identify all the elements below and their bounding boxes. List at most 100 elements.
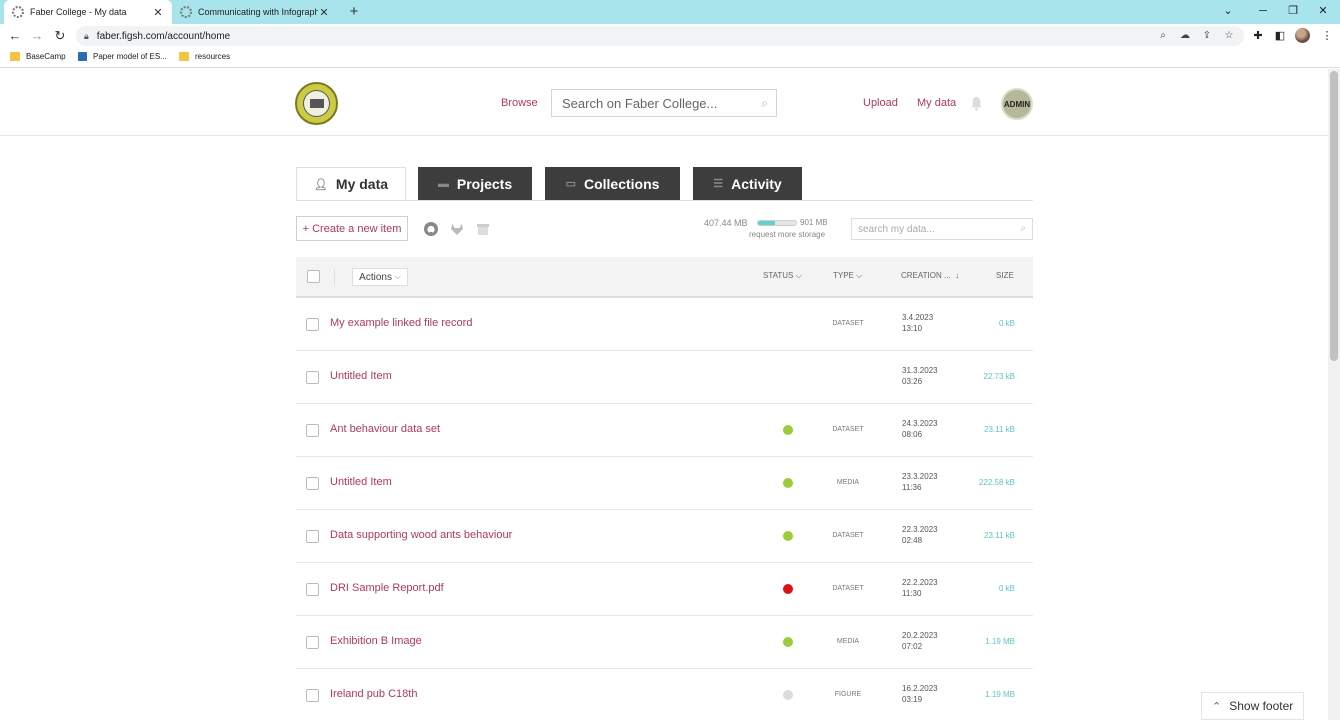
- table-row[interactable]: Data supporting wood ants behaviour DATA…: [296, 510, 1033, 563]
- close-tab-icon[interactable]: ✕: [318, 6, 330, 19]
- minimize-icon[interactable]: ─: [1248, 0, 1278, 24]
- bell-icon[interactable]: [969, 96, 984, 111]
- column-type-label: TYPE: [833, 271, 854, 280]
- creation-date: 24.3.2023 08:06: [902, 418, 938, 440]
- item-title-link[interactable]: Untitled Item: [330, 476, 392, 488]
- item-size: 0 kB: [998, 584, 1015, 593]
- table-row[interactable]: Ant behaviour data set DATASET 24.3.2023…: [296, 404, 1033, 457]
- search-icon[interactable]: ⌕: [761, 96, 768, 111]
- my-data-link[interactable]: My data: [917, 97, 956, 109]
- item-title-link[interactable]: DRI Sample Report.pdf: [330, 582, 444, 594]
- profile-avatar[interactable]: [1295, 28, 1310, 43]
- actions-dropdown[interactable]: Actions ⌵: [352, 268, 408, 286]
- restore-icon[interactable]: ❐: [1278, 0, 1308, 24]
- item-type: MEDIA: [836, 638, 860, 645]
- item-title-link[interactable]: Ireland pub C18th: [330, 688, 417, 700]
- time-value: 11:30: [902, 589, 922, 598]
- search-icon[interactable]: ⌕: [1020, 223, 1026, 234]
- item-title-link[interactable]: Data supporting wood ants behaviour: [330, 529, 512, 541]
- column-size[interactable]: SIZE: [996, 271, 1014, 280]
- user-icon: 👤︎: [313, 178, 328, 191]
- time-value: 08:06: [902, 430, 923, 439]
- url-text: faber.figsh.com/account/home: [96, 30, 231, 42]
- item-title-link[interactable]: Ant behaviour data set: [330, 423, 440, 435]
- row-checkbox[interactable]: [306, 636, 319, 649]
- tab-projects[interactable]: ▬ Projects: [418, 167, 532, 200]
- reload-icon[interactable]: ↻: [51, 27, 69, 45]
- page-scrollbar[interactable]: [1328, 69, 1340, 720]
- select-all-checkbox[interactable]: [307, 270, 320, 283]
- faber-college-logo[interactable]: [295, 82, 338, 125]
- tab-my-data[interactable]: 👤︎ My data: [296, 167, 406, 200]
- box-storage-icon[interactable]: [475, 221, 491, 237]
- github-icon[interactable]: [423, 221, 439, 237]
- tab-activity[interactable]: ☰ Activity: [693, 167, 802, 200]
- browser-tab-inactive[interactable]: Communicating with Infographic ✕: [172, 0, 338, 24]
- request-more-storage-link[interactable]: request more storage: [749, 230, 825, 239]
- column-status[interactable]: STATUS ⌵: [763, 271, 802, 281]
- tab-label: Projects: [456, 175, 513, 192]
- admin-avatar[interactable]: ADMIN: [1001, 88, 1033, 120]
- row-checkbox[interactable]: [306, 477, 319, 490]
- table-row[interactable]: Exhibition B Image MEDIA 20.2.2023 07:02 …: [296, 616, 1033, 669]
- status-dot: [783, 584, 793, 594]
- figshare-favicon-icon: [12, 6, 24, 18]
- row-checkbox[interactable]: [306, 424, 319, 437]
- bookmark-resources[interactable]: resources: [179, 52, 230, 61]
- tab-search-chevron-icon[interactable]: ⌄: [1213, 0, 1243, 24]
- side-panel-icon[interactable]: ◧: [1273, 29, 1287, 43]
- list-icon: ☰: [713, 178, 724, 190]
- share-icon[interactable]: ⇪: [1200, 29, 1214, 43]
- forward-arrow-icon[interactable]: →: [28, 27, 46, 45]
- back-arrow-icon[interactable]: ←: [6, 27, 24, 45]
- create-new-item-button[interactable]: + Create a new item: [296, 216, 408, 241]
- tab-label: Collections: [583, 175, 660, 192]
- date-value: 22.3.2023: [902, 525, 938, 534]
- time-value: 07:02: [902, 642, 923, 651]
- new-tab-plus-icon[interactable]: +: [344, 2, 364, 22]
- row-checkbox[interactable]: [306, 689, 319, 702]
- my-data-search-input[interactable]: [858, 223, 1008, 235]
- creation-date: 16.2.2023 03:19: [902, 683, 938, 705]
- show-footer-label: Show footer: [1229, 699, 1294, 713]
- table-row[interactable]: Untitled Item 31.3.2023 03:26 22.73 kB: [296, 351, 1033, 404]
- item-title-link[interactable]: Untitled Item: [330, 370, 392, 382]
- folder-icon: ▬: [437, 177, 449, 190]
- table-row[interactable]: Untitled Item MEDIA 23.3.2023 11:36 222.5…: [296, 457, 1033, 510]
- folder-icon: [179, 52, 189, 61]
- bookmark-basecamp[interactable]: BaseCamp: [10, 52, 66, 61]
- bookmark-star-icon[interactable]: ☆: [1222, 29, 1236, 43]
- browse-link[interactable]: Browse: [501, 97, 538, 109]
- site-search-input[interactable]: [562, 95, 742, 111]
- bookmark-paper-model[interactable]: Paper model of ES...: [78, 52, 167, 61]
- time-value: 11:36: [902, 483, 922, 492]
- tab-collections[interactable]: ▭ Collections: [545, 167, 680, 200]
- item-title-link[interactable]: My example linked file record: [330, 317, 472, 329]
- column-creation[interactable]: CREATION ... ↓: [901, 271, 959, 280]
- row-checkbox[interactable]: [306, 530, 319, 543]
- extensions-puzzle-icon[interactable]: ✚: [1251, 29, 1265, 43]
- cloud-icon[interactable]: ☁: [1178, 29, 1192, 43]
- upload-link[interactable]: Upload: [863, 97, 898, 109]
- row-checkbox[interactable]: [306, 583, 319, 596]
- zoom-icon[interactable]: ⌕: [1156, 29, 1170, 43]
- bookmark-label: Paper model of ES...: [93, 52, 167, 61]
- browser-menu-icon[interactable]: ⋮: [1320, 29, 1334, 43]
- close-window-icon[interactable]: ✕: [1308, 0, 1338, 24]
- url-omnibox[interactable]: 🔒︎ faber.figsh.com/account/home: [76, 26, 1244, 46]
- item-title-link[interactable]: Exhibition B Image: [330, 635, 422, 647]
- row-checkbox[interactable]: [306, 318, 319, 331]
- storage-used: 407.44 MB: [704, 218, 748, 228]
- item-size: 1.19 MB: [985, 690, 1015, 699]
- row-checkbox[interactable]: [306, 371, 319, 384]
- close-tab-icon[interactable]: ✕: [152, 6, 164, 19]
- column-type[interactable]: TYPE ⌵: [833, 271, 862, 281]
- browser-tab-active[interactable]: Faber College - My data ✕: [4, 0, 172, 24]
- item-type: DATASET: [832, 532, 864, 539]
- show-footer-button[interactable]: ⌃ Show footer: [1201, 692, 1304, 720]
- table-row[interactable]: DRI Sample Report.pdf DATASET 22.2.2023 1…: [296, 563, 1033, 616]
- scrollbar-thumb[interactable]: [1330, 71, 1338, 361]
- gitlab-icon[interactable]: [449, 221, 465, 237]
- table-row[interactable]: My example linked file record DATASET 3.…: [296, 298, 1033, 351]
- table-row[interactable]: Ireland pub C18th FIGURE 16.2.2023 03:19 …: [296, 669, 1033, 720]
